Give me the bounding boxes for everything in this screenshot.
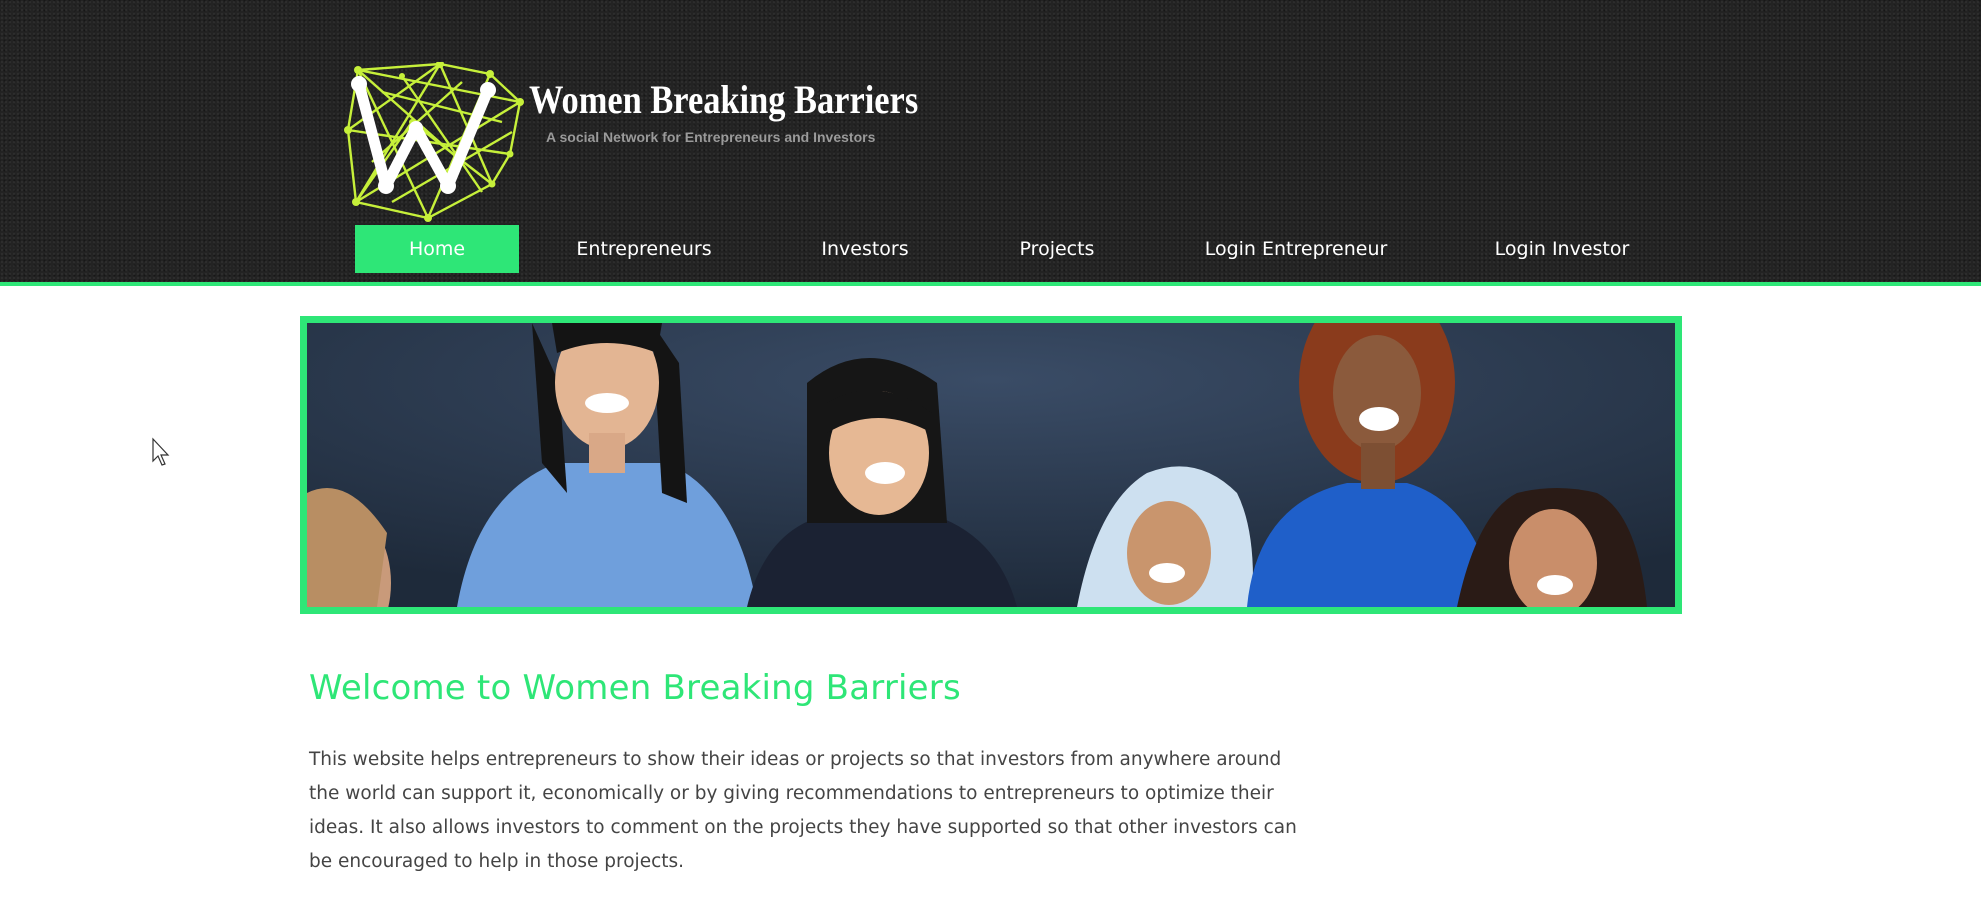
main-nav: Home Entrepreneurs Investors Projects Lo… — [0, 225, 1981, 273]
network-w-logo-icon[interactable] — [342, 62, 526, 224]
welcome-heading: Welcome to Women Breaking Barriers — [309, 668, 961, 708]
site-tagline: A social Network for Entrepreneurs and I… — [546, 129, 876, 145]
nav-home[interactable]: Home — [355, 225, 519, 273]
site-header: Women Breaking Barriers A social Network… — [0, 0, 1981, 282]
hero-banner — [300, 316, 1682, 614]
site-title: Women Breaking Barriers — [529, 77, 919, 122]
nav-entrepreneurs[interactable]: Entrepreneurs — [560, 225, 728, 273]
nav-login-entrepreneur[interactable]: Login Entrepreneur — [1190, 225, 1402, 273]
mouse-cursor-icon — [152, 437, 170, 466]
nav-investors[interactable]: Investors — [800, 225, 930, 273]
nav-projects[interactable]: Projects — [1000, 225, 1114, 273]
intro-paragraph: This website helps entrepreneurs to show… — [309, 749, 1297, 872]
banner-photo — [307, 323, 1675, 607]
header-divider — [0, 282, 1981, 286]
nav-login-investor[interactable]: Login Investor — [1480, 225, 1644, 273]
